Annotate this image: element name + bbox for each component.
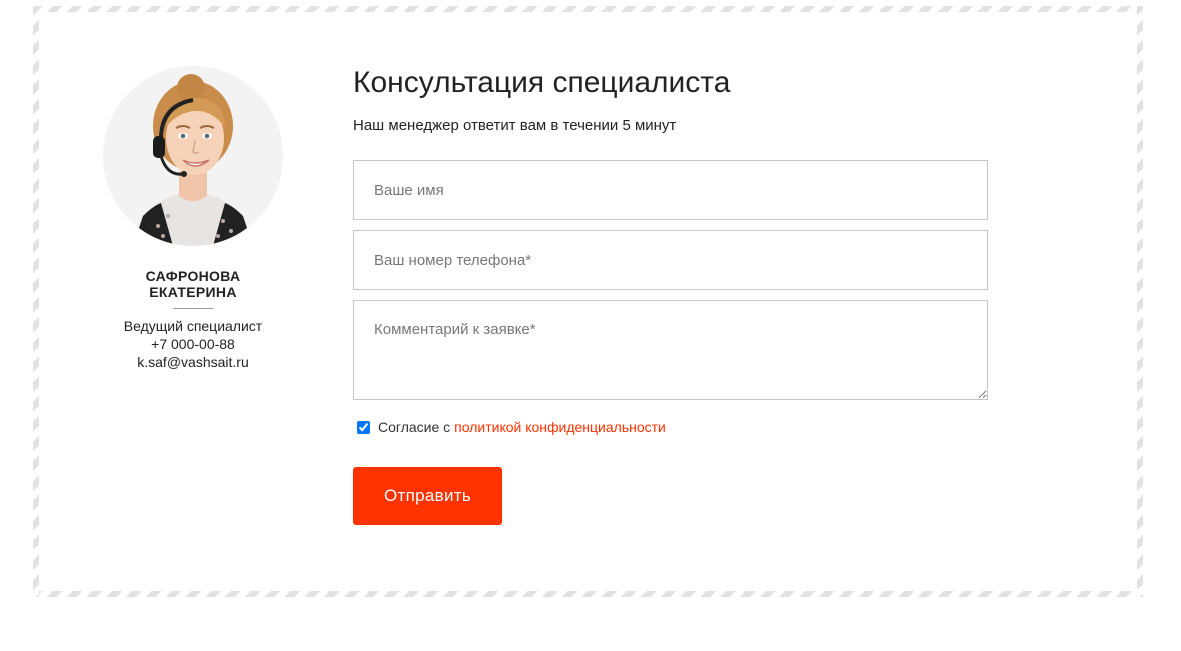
- manager-name: САФРОНОВА ЕКАТЕРИНА: [93, 268, 293, 300]
- manager-surname: САФРОНОВА: [145, 268, 241, 284]
- manager-avatar: [103, 66, 283, 246]
- submit-button[interactable]: Отправить: [353, 467, 502, 525]
- frame-bottom-border: [33, 591, 1143, 597]
- manager-phone: +7 000-00-88: [151, 336, 235, 352]
- consultation-form: Консультация специалиста Наш менеджер от…: [353, 64, 993, 525]
- frame-right-border: [1137, 6, 1143, 597]
- consent-label: Согласие с: [378, 419, 451, 435]
- form-subtitle: Наш менеджер ответит вам в течении 5 мин…: [353, 117, 677, 134]
- comment-textarea[interactable]: [353, 300, 988, 400]
- frame-left-border: [33, 6, 39, 597]
- operator-headset-icon: [103, 66, 283, 246]
- privacy-policy-link[interactable]: политикой конфиденциальности: [454, 419, 666, 435]
- consent-checkbox[interactable]: [357, 420, 370, 434]
- name-input[interactable]: [353, 160, 988, 220]
- manager-card: САФРОНОВА ЕКАТЕРИНА Ведущий специалист +…: [93, 66, 293, 371]
- manager-email: k.saf@vashsait.ru: [137, 354, 249, 370]
- frame-top-border: [33, 6, 1143, 12]
- consent-row: Согласие с политикой конфиденциальности: [353, 419, 993, 435]
- manager-info: Ведущий специалист +7 000-00-88 k.saf@va…: [93, 317, 293, 371]
- manager-firstname: ЕКАТЕРИНА: [149, 284, 237, 300]
- name-divider: [173, 308, 213, 309]
- form-title: Консультация специалиста: [353, 66, 731, 99]
- manager-role: Ведущий специалист: [123, 318, 263, 334]
- phone-input[interactable]: [353, 230, 988, 290]
